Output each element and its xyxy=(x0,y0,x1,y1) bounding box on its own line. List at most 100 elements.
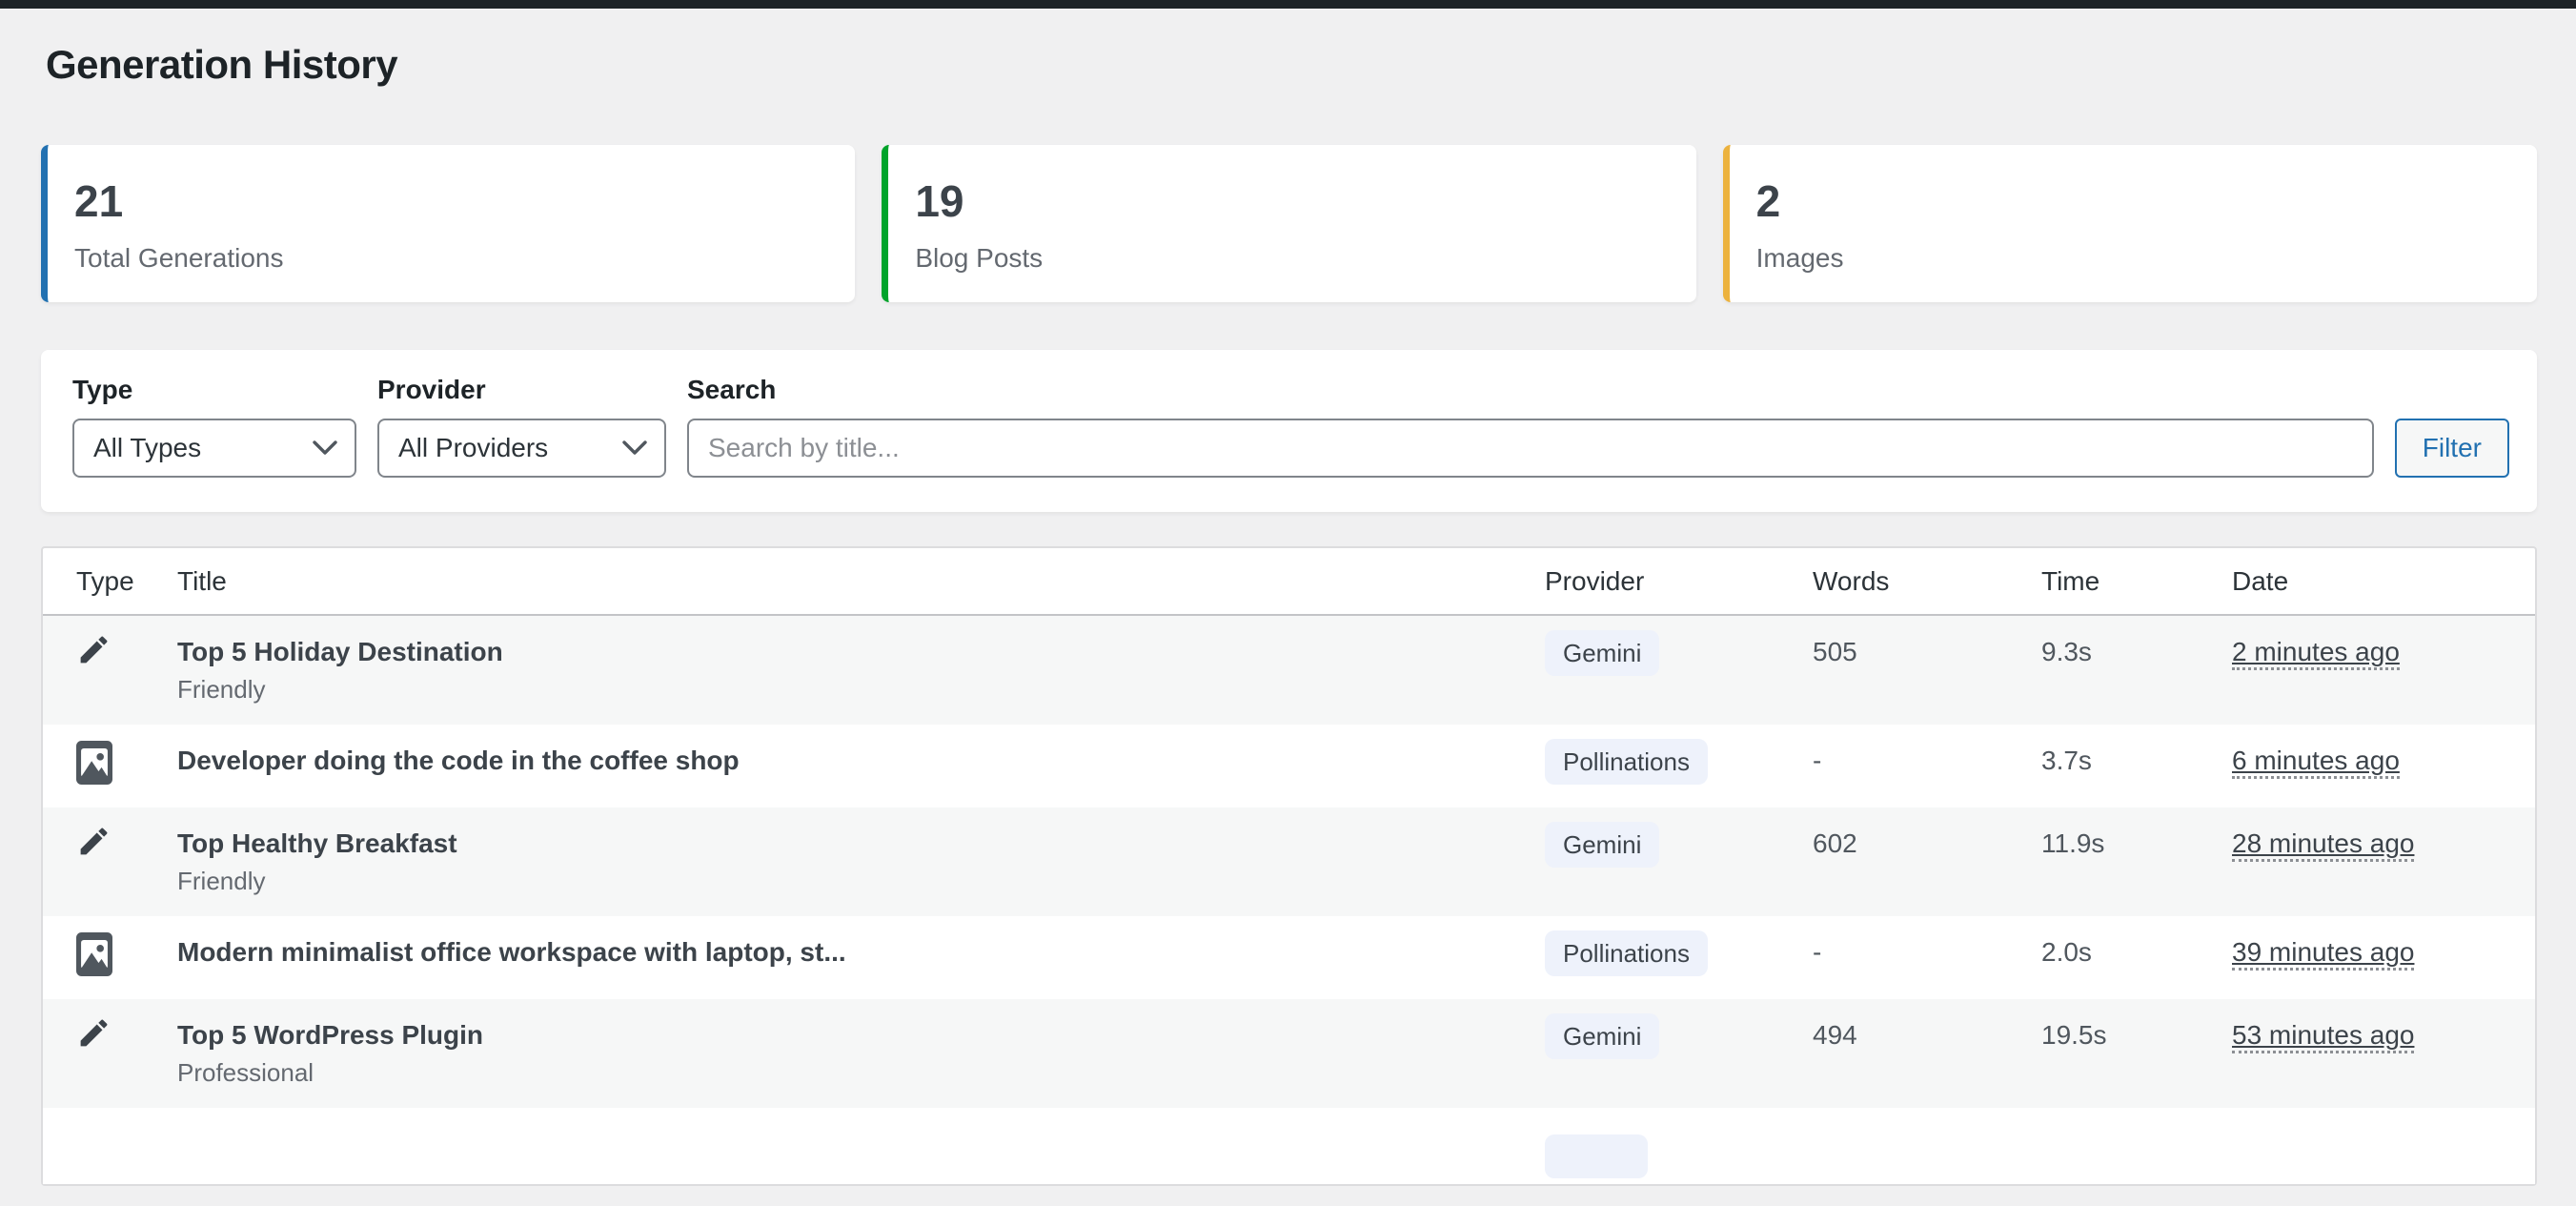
row-type-cell xyxy=(76,916,177,981)
table-row: Top Healthy Breakfast FriendlyGemini 60211… xyxy=(43,807,2535,916)
row-title: Top 5 WordPress Plugin xyxy=(177,1020,1545,1051)
table-row: Top 5 Holiday Destination FriendlyGemini 5… xyxy=(43,616,2535,725)
search-input[interactable] xyxy=(687,419,2374,478)
stats-row: 21 Total Generations 19 Blog Posts 2 Images xyxy=(41,145,2537,302)
row-title-cell: Top Healthy Breakfast Friendly xyxy=(177,807,1545,916)
provider-badge: Gemini xyxy=(1545,630,1659,676)
pencil-icon xyxy=(76,632,112,667)
column-header-title: Title xyxy=(177,548,1545,614)
row-title: Modern minimalist office workspace with … xyxy=(177,937,1545,968)
row-time-cell: 9.3s xyxy=(2041,616,2232,690)
stat-label: Images xyxy=(1756,243,2537,274)
generation-history-page: Generation History 21 Total Generations 19… xyxy=(0,41,2576,1186)
provider-filter-select[interactable]: All Providers xyxy=(377,419,666,478)
row-words-cell xyxy=(1813,1108,2041,1152)
row-provider-cell: Gemini xyxy=(1545,807,1813,890)
column-header-type: Type xyxy=(76,548,177,614)
table-header-row: TypeTitleProviderWordsTimeDate xyxy=(43,548,2535,616)
column-header-date: Date xyxy=(2232,548,2518,614)
row-title-cell: Top 5 WordPress Plugin Professional xyxy=(177,999,1545,1108)
type-filter-label: Type xyxy=(72,375,356,405)
pencil-icon xyxy=(76,1015,112,1051)
provider-badge: Gemini xyxy=(1545,1013,1659,1059)
row-type-cell xyxy=(76,807,177,864)
pencil-icon xyxy=(76,824,112,859)
row-words-cell: 602 xyxy=(1813,807,2041,882)
row-title-cell xyxy=(177,1108,1545,1152)
image-icon xyxy=(76,741,112,785)
row-type-cell xyxy=(76,1108,177,1124)
row-date-cell: 28 minutes ago xyxy=(2232,807,2518,882)
table-row: Modern minimalist office workspace with … xyxy=(43,916,2535,999)
filter-panel: Type All Types Provider All Providers Se… xyxy=(41,350,2537,512)
row-title-cell: Modern minimalist office workspace with … xyxy=(177,916,1545,991)
type-filter-select[interactable]: All Types xyxy=(72,419,356,478)
search-filter-group: Search xyxy=(687,375,2374,478)
row-provider-cell: Gemini xyxy=(1545,999,1813,1082)
row-tone-label: Friendly xyxy=(177,677,1545,702)
provider-filter-group: Provider All Providers xyxy=(377,375,666,478)
row-time-cell: 19.5s xyxy=(2041,999,2232,1073)
row-words-cell: - xyxy=(1813,725,2041,799)
stat-card-total-generations: 21 Total Generations xyxy=(41,145,855,302)
column-header-words: Words xyxy=(1813,548,2041,614)
row-tone-label: Professional xyxy=(177,1060,1545,1085)
stat-label: Total Generations xyxy=(74,243,855,274)
stat-value: 2 xyxy=(1756,177,2537,225)
column-header-provider: Provider xyxy=(1545,548,1813,614)
row-date-cell xyxy=(2232,1108,2518,1152)
row-date-cell: 53 minutes ago xyxy=(2232,999,2518,1073)
chevron-down-icon xyxy=(622,440,647,456)
row-provider-cell xyxy=(1545,1108,1813,1206)
provider-badge: Pollinations xyxy=(1545,930,1708,976)
row-time-cell: 2.0s xyxy=(2041,916,2232,991)
row-type-cell xyxy=(76,616,177,672)
row-title-cell: Developer doing the code in the coffee s… xyxy=(177,725,1545,799)
row-date: 53 minutes ago xyxy=(2232,1020,2414,1053)
row-tone-label: Friendly xyxy=(177,869,1545,893)
row-type-cell xyxy=(76,725,177,789)
row-date: 6 minutes ago xyxy=(2232,746,2400,779)
row-words-cell: 494 xyxy=(1813,999,2041,1073)
row-provider-cell: Pollinations xyxy=(1545,725,1813,807)
row-date-cell: 39 minutes ago xyxy=(2232,916,2518,991)
stat-value: 21 xyxy=(74,177,855,225)
provider-filter-label: Provider xyxy=(377,375,666,405)
stat-label: Blog Posts xyxy=(915,243,1695,274)
provider-badge xyxy=(1545,1134,1648,1178)
row-date: 28 minutes ago xyxy=(2232,828,2414,862)
page-title: Generation History xyxy=(46,41,2537,89)
provider-filter-value: All Providers xyxy=(398,433,548,463)
row-date-cell: 6 minutes ago xyxy=(2232,725,2518,799)
table-row-partial xyxy=(43,1108,2535,1184)
row-time-cell: 11.9s xyxy=(2041,807,2232,882)
row-type-cell xyxy=(76,999,177,1055)
generations-table: TypeTitleProviderWordsTimeDate Top 5 Hol… xyxy=(41,546,2537,1186)
column-header-time: Time xyxy=(2041,548,2232,614)
row-title: Top 5 Holiday Destination xyxy=(177,637,1545,667)
stat-card-blog-posts: 19 Blog Posts xyxy=(882,145,1695,302)
table-body: Top 5 Holiday DestinationFriendlyGemini5… xyxy=(43,616,2535,1184)
row-date-cell: 2 minutes ago xyxy=(2232,616,2518,690)
type-filter-group: Type All Types xyxy=(72,375,356,478)
top-bar xyxy=(0,0,2576,9)
row-time-cell xyxy=(2041,1108,2232,1152)
provider-badge: Pollinations xyxy=(1545,739,1708,785)
row-provider-cell: Pollinations xyxy=(1545,916,1813,999)
row-time-cell: 3.7s xyxy=(2041,725,2232,799)
row-date: 2 minutes ago xyxy=(2232,637,2400,670)
table-row: Developer doing the code in the coffee s… xyxy=(43,725,2535,807)
stat-card-images: 2 Images xyxy=(1723,145,2537,302)
provider-badge: Gemini xyxy=(1545,822,1659,868)
row-words-cell: 505 xyxy=(1813,616,2041,690)
row-title: Top Healthy Breakfast xyxy=(177,828,1545,859)
row-date: 39 minutes ago xyxy=(2232,937,2414,971)
search-filter-label: Search xyxy=(687,375,2374,405)
row-provider-cell: Gemini xyxy=(1545,616,1813,699)
table-row: Top 5 WordPress Plugin ProfessionalGemini… xyxy=(43,999,2535,1108)
type-filter-value: All Types xyxy=(93,433,201,463)
chevron-down-icon xyxy=(313,440,337,456)
row-words-cell: - xyxy=(1813,916,2041,991)
stat-value: 19 xyxy=(915,177,1695,225)
filter-button[interactable]: Filter xyxy=(2395,419,2509,478)
